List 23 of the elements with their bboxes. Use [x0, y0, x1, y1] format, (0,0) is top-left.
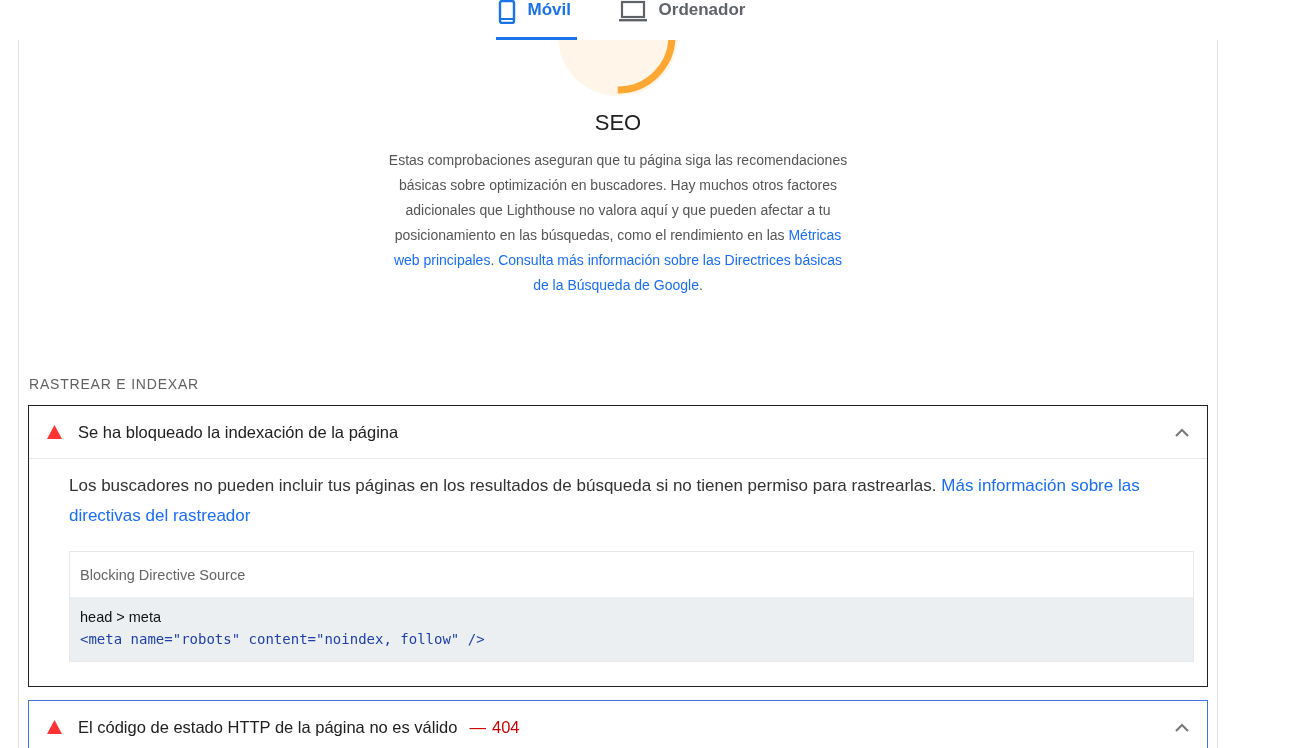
- node-selector: head > meta: [80, 609, 163, 625]
- category-description: Estas comprobaciones aseguran que tu página siga las recomendaciones básicas sobre optimización en buscadores. Hay muchos otros factores adicionales que Lighthouse no valora aquí y que pueden afectar a tu posicionamiento en las búsquedas, como el rendimiento en las Métricas web principales. Consulta más información sobre las Directrices básicas de la Búsqueda de Google.: [387, 151, 849, 295]
- separator-dash: —: [469, 717, 486, 737]
- laptop-icon: [618, 0, 647, 22]
- chevron-icon[interactable]: [1175, 722, 1189, 732]
- learn-more-link[interactable]: directivas del rastreador: [69, 506, 251, 525]
- column-header: Blocking Directive Source: [79, 565, 247, 585]
- code-snippet: <meta name="robots" content="noindex, follow" />: [80, 631, 486, 647]
- phone-icon: [497, 0, 516, 24]
- audit-title[interactable]: Se ha bloqueado la indexación de la página: [78, 422, 399, 442]
- description-link[interactable]: Consulta más información sobre las Directrices básicas: [498, 252, 843, 268]
- category-title: SEO: [594, 110, 642, 136]
- status-code: 404: [491, 717, 520, 737]
- audit-description: Los buscadores no pueden incluir tus páginas en los resultados de búsqueda si no tienen permiso para rastrearlas. Más información sobre las directivas del rastreador: [69, 475, 1141, 527]
- chevron-icon[interactable]: [1175, 427, 1189, 437]
- warning-triangle-icon: [47, 720, 62, 734]
- description-link[interactable]: de la Búsqueda de Google: [533, 277, 699, 293]
- warning-triangle-icon: [47, 425, 62, 439]
- group-heading: RASTREAR E INDEXAR: [29, 376, 200, 392]
- audit-title[interactable]: El código de estado HTTP de la página no es válido: [78, 717, 458, 737]
- device-tab[interactable]: Ordenador: [616, 0, 746, 40]
- description-link[interactable]: Métricas: [788, 227, 842, 243]
- learn-more-link[interactable]: Más información sobre las: [941, 476, 1140, 495]
